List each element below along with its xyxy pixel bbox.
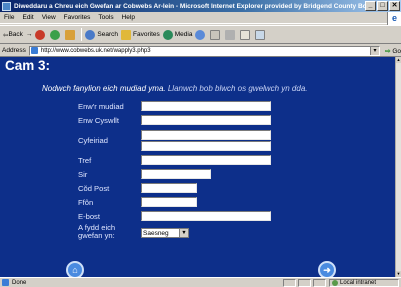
contact-name-label: Enw Cyswllt — [78, 116, 119, 125]
postcode-input[interactable] — [141, 183, 197, 193]
phone-input[interactable] — [141, 197, 197, 207]
address-bar: Address http://www.cobwebs.uk.net/wapply… — [0, 45, 401, 57]
forward-button[interactable]: → — [26, 31, 33, 38]
refresh-icon — [50, 29, 61, 40]
forward-arrow-icon: → — [25, 31, 33, 38]
search-label: Search — [97, 31, 119, 38]
internet-explorer-icon — [2, 1, 11, 11]
status-cell — [283, 279, 296, 287]
intro-sub: Llanwch bob blwch os gwelwch yn dda. — [167, 84, 308, 93]
page-content: Cam 3: Nodwch fanylion eich mudiad yma. … — [0, 57, 395, 277]
discuss-button[interactable] — [255, 29, 267, 40]
print-button[interactable] — [225, 29, 237, 40]
back-label: Back — [8, 31, 23, 38]
address-label-field: Cyfeiriad — [78, 136, 108, 145]
intranet-icon — [332, 280, 338, 286]
menu-edit[interactable]: Edit — [22, 14, 33, 21]
edit-button[interactable] — [240, 29, 252, 40]
standard-toolbar: ⇦ Back → Search Favorites Media — [0, 25, 401, 44]
org-name-input[interactable] — [141, 101, 271, 111]
status-cell — [313, 279, 326, 287]
county-input[interactable] — [141, 169, 211, 179]
windows-logo-icon: e — [387, 12, 401, 25]
address-dropdown-button[interactable]: ▾ — [370, 46, 380, 55]
page-done-icon — [2, 279, 9, 286]
address-line1-input[interactable] — [141, 130, 271, 140]
address-label: Address — [2, 47, 26, 54]
postcode-label: Cŏd Post — [78, 184, 110, 193]
phone-label: Ffôn — [78, 198, 94, 207]
refresh-button[interactable] — [50, 29, 62, 40]
title-bar: Diweddaru a Chreu eich Gwefan ar Cobwebs… — [0, 0, 401, 12]
history-icon — [195, 29, 206, 40]
search-icon — [85, 29, 96, 40]
maximize-button[interactable]: □ — [377, 1, 388, 11]
menu-view[interactable]: View — [42, 14, 56, 21]
home-nav-button[interactable]: ⌂ — [66, 261, 84, 277]
print-icon — [225, 29, 236, 40]
language-label: A fydd eich gwefan yn: — [78, 223, 116, 240]
mail-button[interactable] — [210, 29, 222, 40]
close-button[interactable]: ✕ — [389, 1, 400, 11]
town-label: Tref — [78, 156, 92, 165]
page-heading: Cam 3: — [5, 58, 51, 73]
address-line2-input[interactable] — [141, 141, 271, 151]
town-input[interactable] — [141, 155, 271, 165]
address-url: http://www.cobwebs.uk.net/wapply3.php3 — [40, 47, 151, 54]
language-select[interactable]: Saesneg ▼ — [141, 228, 189, 238]
history-button[interactable] — [195, 29, 207, 40]
mail-icon — [210, 29, 221, 40]
go-button[interactable]: ⇨ Go — [385, 47, 401, 55]
scroll-up-button[interactable]: ▲ — [396, 57, 401, 63]
home-icon — [65, 29, 76, 40]
menu-favorites[interactable]: Favorites — [64, 14, 91, 21]
county-label: Sir — [78, 170, 88, 179]
status-text: Done — [12, 279, 27, 286]
favorites-label: Favorites — [133, 31, 160, 38]
media-button[interactable]: Media — [162, 29, 193, 40]
menu-help[interactable]: Help — [122, 14, 135, 21]
favorites-star-icon — [121, 29, 132, 40]
home-icon: ⌂ — [72, 265, 78, 275]
next-nav-button[interactable]: ➜ — [318, 261, 336, 277]
email-label: E-bost — [78, 212, 100, 221]
stop-button[interactable] — [35, 29, 47, 40]
home-button[interactable] — [65, 29, 77, 40]
menu-tools[interactable]: Tools — [98, 14, 113, 21]
arrow-right-icon: ➜ — [323, 265, 331, 275]
go-arrow-icon: ⇨ — [385, 47, 391, 55]
page-icon — [30, 47, 38, 54]
org-name-label: Enw'r mudiad — [78, 102, 124, 111]
go-label: Go — [392, 47, 401, 55]
intro-text: Nodwch fanylion eich mudiad yma. Llanwch… — [42, 84, 308, 93]
toolbar-separator — [81, 28, 83, 41]
intro-main: Nodwch fanylion eich mudiad yma. — [42, 84, 166, 93]
media-icon — [162, 29, 173, 40]
zone-label: Local intranet — [340, 280, 377, 286]
media-label: Media — [174, 31, 193, 38]
chevron-down-icon: ▼ — [179, 229, 188, 237]
menu-file[interactable]: File — [4, 14, 14, 21]
security-zone: Local intranet — [329, 279, 399, 287]
menu-bar: File Edit View Favorites Tools Help e — [0, 12, 401, 25]
window-title: Diweddaru a Chreu eich Gwefan ar Cobwebs… — [14, 2, 366, 10]
address-input[interactable]: http://www.cobwebs.uk.net/wapply3.php3 ▾ — [28, 45, 381, 56]
language-selected-value: Saesneg — [143, 229, 169, 237]
search-button[interactable]: Search — [85, 29, 119, 40]
stop-icon — [35, 29, 46, 40]
back-button[interactable]: ⇦ Back — [3, 31, 23, 39]
contact-name-input[interactable] — [141, 115, 271, 125]
status-cell — [298, 279, 311, 287]
discuss-icon — [255, 29, 266, 40]
vertical-scrollbar[interactable]: ▲ ▼ — [395, 57, 401, 277]
favorites-button[interactable]: Favorites — [121, 29, 160, 40]
window-controls: _ □ ✕ — [365, 1, 400, 11]
email-input[interactable] — [141, 211, 271, 221]
edit-icon — [240, 29, 251, 40]
status-bar: Done Local intranet — [0, 277, 401, 287]
minimize-button[interactable]: _ — [365, 1, 376, 11]
